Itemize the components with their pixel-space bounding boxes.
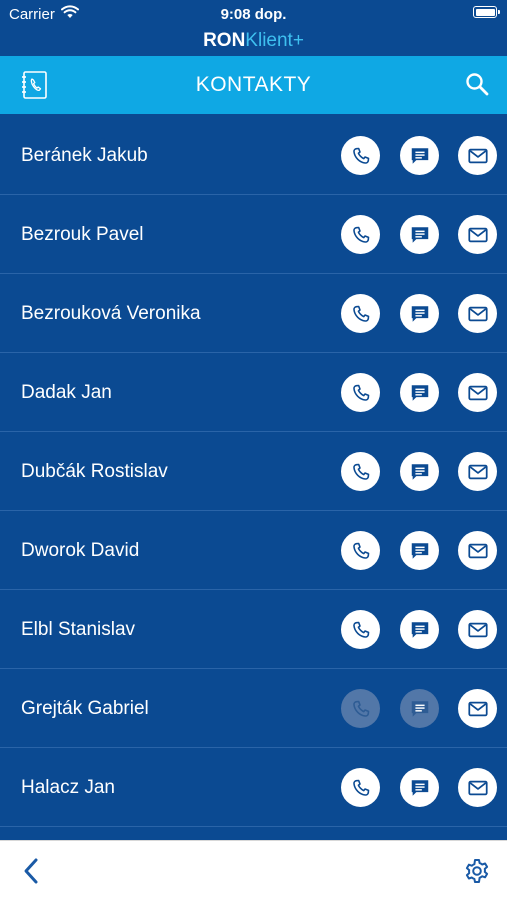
message-icon [409,461,431,483]
contact-row[interactable]: Dadak Jan [0,353,507,432]
brand-part-klient: Klient+ [245,30,304,51]
phone-icon [351,383,371,403]
message-icon [409,777,431,799]
phone-icon [351,778,371,798]
call-button[interactable] [341,294,380,333]
message-icon [409,698,431,720]
battery-icon [473,6,500,18]
mail-icon [467,619,489,641]
page-title: KONTAKTY [195,73,312,96]
message-icon [409,303,431,325]
contact-row[interactable]: Dworok David [0,511,507,590]
search-icon[interactable] [465,72,489,101]
contact-name: Dadak Jan [21,382,112,403]
message-button[interactable] [400,610,439,649]
message-button[interactable] [400,215,439,254]
contact-list[interactable]: Beránek Jakub Bezrouk Pavel Bezrouková Ver… [0,116,507,840]
email-button[interactable] [458,610,497,649]
phone-icon [351,146,371,166]
call-button[interactable] [341,215,380,254]
contact-name: Elbl Stanislav [21,619,136,640]
message-button[interactable] [400,452,439,491]
message-icon [409,540,431,562]
message-icon [409,224,431,246]
contact-row[interactable]: Bezrouková Veronika [0,274,507,353]
contact-name: Bezrouková Veronika [21,303,201,324]
call-button[interactable] [341,136,380,175]
mail-icon [467,461,489,483]
call-button[interactable] [341,452,380,491]
gear-icon[interactable] [464,858,490,889]
message-button[interactable] [400,531,439,570]
phone-icon [351,699,371,719]
email-button[interactable] [458,294,497,333]
phone-icon [351,304,371,324]
contact-name: Halacz Jan [21,777,115,798]
email-button[interactable] [458,531,497,570]
message-button[interactable] [400,136,439,175]
email-button[interactable] [458,689,497,728]
message-button[interactable] [400,768,439,807]
contact-name: Dubčák Rostislav [21,461,168,482]
phone-icon [351,620,371,640]
contact-row[interactable] [0,827,507,840]
message-icon [409,619,431,641]
mail-icon [467,382,489,404]
call-button [341,689,380,728]
contact-row[interactable]: Elbl Stanislav [0,590,507,669]
mail-icon [467,698,489,720]
contact-row[interactable]: Bezrouk Pavel [0,195,507,274]
contact-name: Dworok David [21,540,140,561]
email-button[interactable] [458,452,497,491]
call-button[interactable] [341,768,380,807]
email-button[interactable] [458,768,497,807]
contact-row[interactable]: Dubčák Rostislav [0,432,507,511]
contact-row[interactable]: Halacz Jan [0,748,507,827]
status-bar: Carrier 9:08 dop. [0,0,507,28]
call-button[interactable] [341,610,380,649]
app-brand: RONKlient+ [0,28,507,56]
email-button[interactable] [458,136,497,175]
mail-icon [467,224,489,246]
phone-icon [351,541,371,561]
mail-icon [467,145,489,167]
contact-name: Bezrouk Pavel [21,224,144,245]
email-button[interactable] [458,373,497,412]
contact-name: Beránek Jakub [21,145,148,166]
message-icon [409,145,431,167]
contact-row[interactable]: Grejták Gabriel [0,669,507,748]
message-button[interactable] [400,373,439,412]
email-button[interactable] [458,215,497,254]
phone-icon [351,225,371,245]
chevron-left-icon[interactable] [20,857,42,890]
mail-icon [467,540,489,562]
message-button[interactable] [400,294,439,333]
contact-name: Grejták Gabriel [21,698,149,719]
mail-icon [467,777,489,799]
bottom-toolbar [0,840,507,900]
brand-part-ron: RON [203,30,246,51]
status-time: 9:08 dop. [220,6,287,23]
header-bar: KONTAKTY [0,56,507,114]
phone-icon [351,462,371,482]
contact-row[interactable]: Beránek Jakub [0,116,507,195]
call-button[interactable] [341,373,380,412]
message-icon [409,382,431,404]
call-button[interactable] [341,531,380,570]
mail-icon [467,303,489,325]
message-button [400,689,439,728]
